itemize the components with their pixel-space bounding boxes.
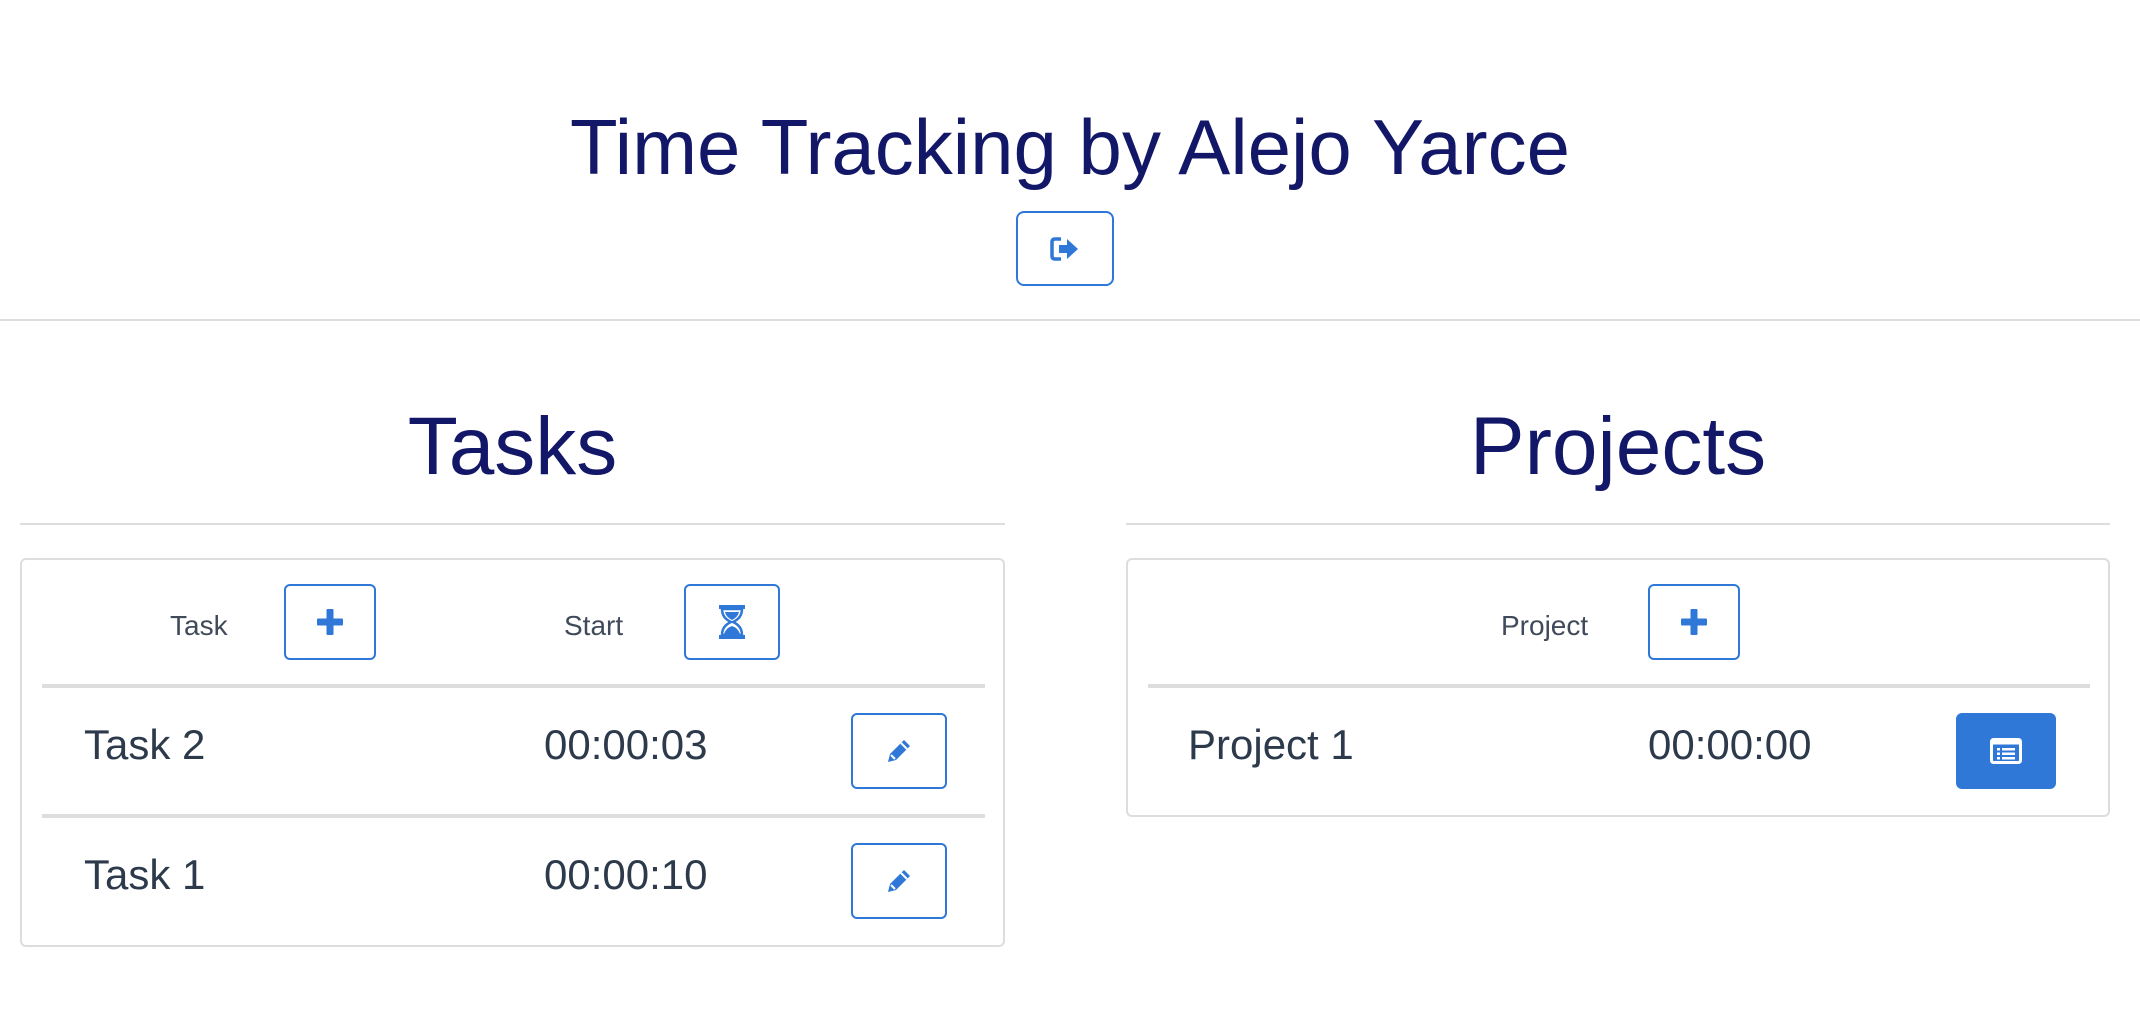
project-time: 00:00:00 xyxy=(1648,721,1812,768)
tasks-card: Task Start Task 2 00:00:03 Task 1 00:00:… xyxy=(20,558,1005,947)
logout-button[interactable] xyxy=(1016,211,1114,286)
add-task-button[interactable] xyxy=(284,584,376,660)
tasks-divider xyxy=(20,523,1005,525)
task-name: Task 1 xyxy=(84,851,206,898)
projects-divider xyxy=(1126,523,2110,525)
row-divider xyxy=(42,814,985,818)
project-name: Project 1 xyxy=(1188,721,1354,768)
page: Time Tracking by Alejo Yarce Tasks Task … xyxy=(0,0,2140,1018)
projects-title: Projects xyxy=(1469,401,1767,492)
task-time: 00:00:10 xyxy=(544,851,708,898)
table-header-divider xyxy=(1148,684,2090,688)
header-divider xyxy=(0,319,2140,321)
list-alt-icon xyxy=(1990,738,2022,764)
table-header-divider xyxy=(42,684,985,688)
task-time: 00:00:03 xyxy=(544,721,708,768)
task-column-label: Task xyxy=(170,610,228,641)
plus-icon xyxy=(317,609,343,635)
pencil-icon xyxy=(888,740,910,762)
projects-card: Project Project 1 00:00:00 xyxy=(1126,558,2110,817)
plus-icon xyxy=(1681,609,1707,635)
edit-task-button[interactable] xyxy=(851,713,947,789)
project-column-label: Project xyxy=(1501,610,1589,641)
start-column-label: Start xyxy=(564,610,624,641)
app-title: Time Tracking by Alejo Yarce xyxy=(570,103,1570,191)
hourglass-icon xyxy=(719,605,745,639)
sign-out-icon xyxy=(1050,236,1078,261)
add-project-button[interactable] xyxy=(1648,584,1740,660)
start-timer-button[interactable] xyxy=(684,584,780,660)
pencil-icon xyxy=(888,870,910,892)
tasks-title: Tasks xyxy=(407,401,618,492)
project-tasks-button[interactable] xyxy=(1956,713,2056,789)
edit-task-button[interactable] xyxy=(851,843,947,919)
task-name: Task 2 xyxy=(84,721,206,768)
